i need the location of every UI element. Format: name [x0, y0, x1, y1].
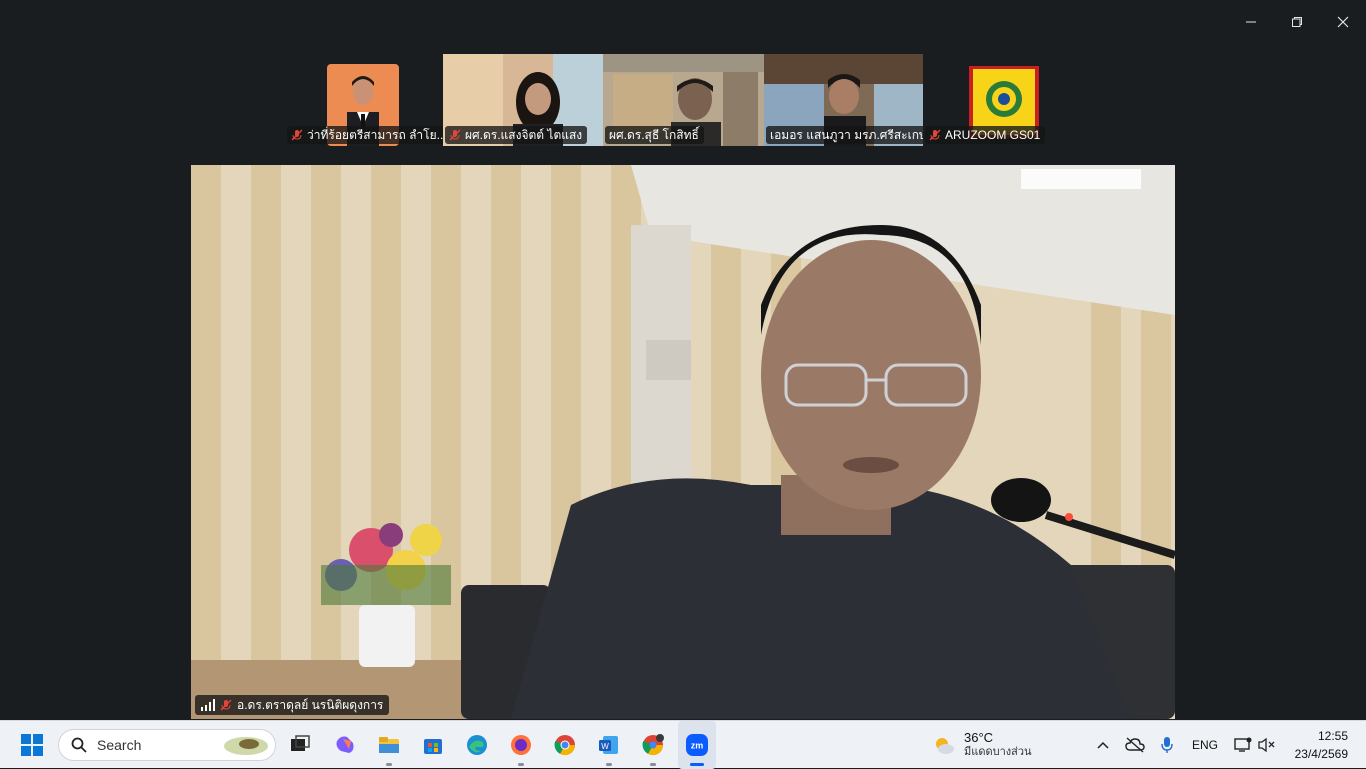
muted-mic-icon	[449, 129, 461, 141]
chrome-icon	[554, 735, 576, 756]
close-icon	[1337, 16, 1349, 28]
restore-button[interactable]	[1274, 0, 1320, 44]
speaker-name-tag: อ.ดร.ตราดุลย์ นรนิติผดุงการ	[195, 695, 390, 715]
participant-name: ว่าที่ร้อยตรีสามารถ ลำโย...	[307, 128, 443, 142]
onedrive-status[interactable]	[1123, 721, 1147, 769]
chrome-profile-button[interactable]	[638, 721, 668, 769]
zoom-meeting-window: ว่าที่ร้อยตรีสามารถ ลำโย... ผศ.ดร.แสงจิต…	[0, 0, 1366, 720]
participant-thumbnails: ว่าที่ร้อยตรีสามารถ ลำโย... ผศ.ดร.แสงจิต…	[0, 54, 1366, 146]
partly-sunny-icon	[936, 738, 954, 754]
muted-mic-icon	[291, 129, 303, 141]
participant-name: ผศ.ดร.แสงจิตต์ ไตแสง	[465, 128, 583, 142]
participant-name-tag: ARUZOOM GS01	[925, 126, 1046, 144]
running-indicator	[650, 763, 656, 766]
display-network-icon	[1234, 737, 1252, 752]
active-speaker-video[interactable]: อ.ดร.ตราดุลย์ นรนิติผดุงการ	[191, 165, 1175, 719]
running-indicator	[606, 763, 612, 766]
participant-name: เอมอร แสนภูวา มรภ.ศรีสะเกษ	[770, 128, 923, 142]
clock-time: 12:55	[1317, 729, 1348, 743]
taskbar-clock[interactable]: 12:55 23/4/2569	[1295, 727, 1348, 763]
weather-description: มีแดดบางส่วน	[964, 746, 1032, 758]
store-icon	[424, 739, 442, 754]
copilot-button[interactable]	[330, 721, 360, 769]
start-button[interactable]	[14, 721, 50, 769]
firefox-icon	[511, 735, 531, 755]
participant-name-tag: เอมอร แสนภูวา มรภ.ศรีสะเกษ	[766, 126, 923, 144]
windows-logo-icon	[21, 734, 43, 756]
speaker-video-frame	[191, 165, 1175, 719]
microphone-icon	[1161, 737, 1173, 753]
copilot-icon	[336, 736, 354, 753]
participant-tile[interactable]: เอมอร แสนภูวา มรภ.ศรีสะเกษ	[764, 54, 923, 146]
taskbar-search[interactable]: Search	[58, 729, 276, 761]
participant-tile[interactable]: ARUZOOM GS01	[923, 54, 1053, 146]
search-highlight-icon	[224, 737, 268, 755]
edge-icon	[467, 735, 487, 755]
participant-tile-active[interactable]: ผศ.ดร.สุธี โกสิทธิ์	[603, 54, 764, 146]
svg-text:W: W	[601, 742, 609, 751]
show-hidden-icons-button[interactable]	[1092, 721, 1114, 769]
minimize-button[interactable]	[1228, 0, 1274, 44]
windows-taskbar: Search W zm 36°C มีแดดบางส่วน ENG 12:55 …	[0, 720, 1366, 769]
search-icon	[71, 737, 87, 753]
microphone-status[interactable]	[1156, 721, 1178, 769]
muted-mic-icon	[220, 699, 232, 711]
word-button[interactable]: W	[594, 721, 624, 769]
volume-status[interactable]	[1256, 721, 1278, 769]
speaker-name: อ.ดร.ตราดุลย์ นรนิติผดุงการ	[237, 698, 384, 712]
muted-mic-icon	[929, 129, 941, 141]
edge-button[interactable]	[462, 721, 492, 769]
running-indicator	[386, 763, 392, 766]
weather-widget[interactable]: 36°C มีแดดบางส่วน	[932, 721, 1042, 769]
input-language[interactable]: ENG	[1188, 721, 1222, 769]
svg-text:zm: zm	[691, 741, 704, 751]
zoom-button[interactable]: zm	[678, 721, 716, 769]
word-icon: W	[599, 736, 618, 754]
file-explorer-button[interactable]	[374, 721, 404, 769]
participant-name-tag: ผศ.ดร.สุธี โกสิทธิ์	[605, 126, 704, 144]
chevron-up-icon	[1097, 741, 1109, 749]
participant-tile[interactable]: ผศ.ดร.แสงจิตต์ ไตแสง	[443, 54, 603, 146]
zoom-icon: zm	[686, 734, 708, 756]
chrome-profile-icon	[642, 734, 664, 756]
restore-icon	[1292, 17, 1302, 27]
weather-temperature: 36°C	[964, 730, 994, 745]
participant-name: ผศ.ดร.สุธี โกสิทธิ์	[609, 128, 699, 142]
store-button[interactable]	[418, 721, 448, 769]
network-status[interactable]	[1232, 721, 1254, 769]
participant-name-tag: ว่าที่ร้อยตรีสามารถ ลำโย...	[287, 126, 443, 144]
task-view-button[interactable]	[286, 721, 314, 769]
firefox-button[interactable]	[506, 721, 536, 769]
cloud-offline-icon	[1125, 737, 1145, 753]
participant-name: ARUZOOM GS01	[945, 128, 1041, 142]
close-button[interactable]	[1320, 0, 1366, 44]
chrome-button[interactable]	[550, 721, 580, 769]
participant-name-tag: ผศ.ดร.แสงจิตต์ ไตแสง	[445, 126, 588, 144]
running-indicator	[518, 763, 524, 766]
search-placeholder: Search	[97, 737, 142, 753]
task-view-icon	[291, 735, 310, 751]
signal-strength-icon	[201, 699, 215, 711]
participant-tile[interactable]: ว่าที่ร้อยตรีสามารถ ลำโย...	[285, 54, 443, 146]
folder-icon	[379, 737, 399, 753]
window-controls	[1228, 0, 1366, 44]
volume-muted-icon	[1258, 737, 1275, 753]
active-indicator	[690, 763, 704, 766]
clock-date: 23/4/2569	[1294, 747, 1348, 761]
minimize-icon	[1246, 21, 1256, 23]
